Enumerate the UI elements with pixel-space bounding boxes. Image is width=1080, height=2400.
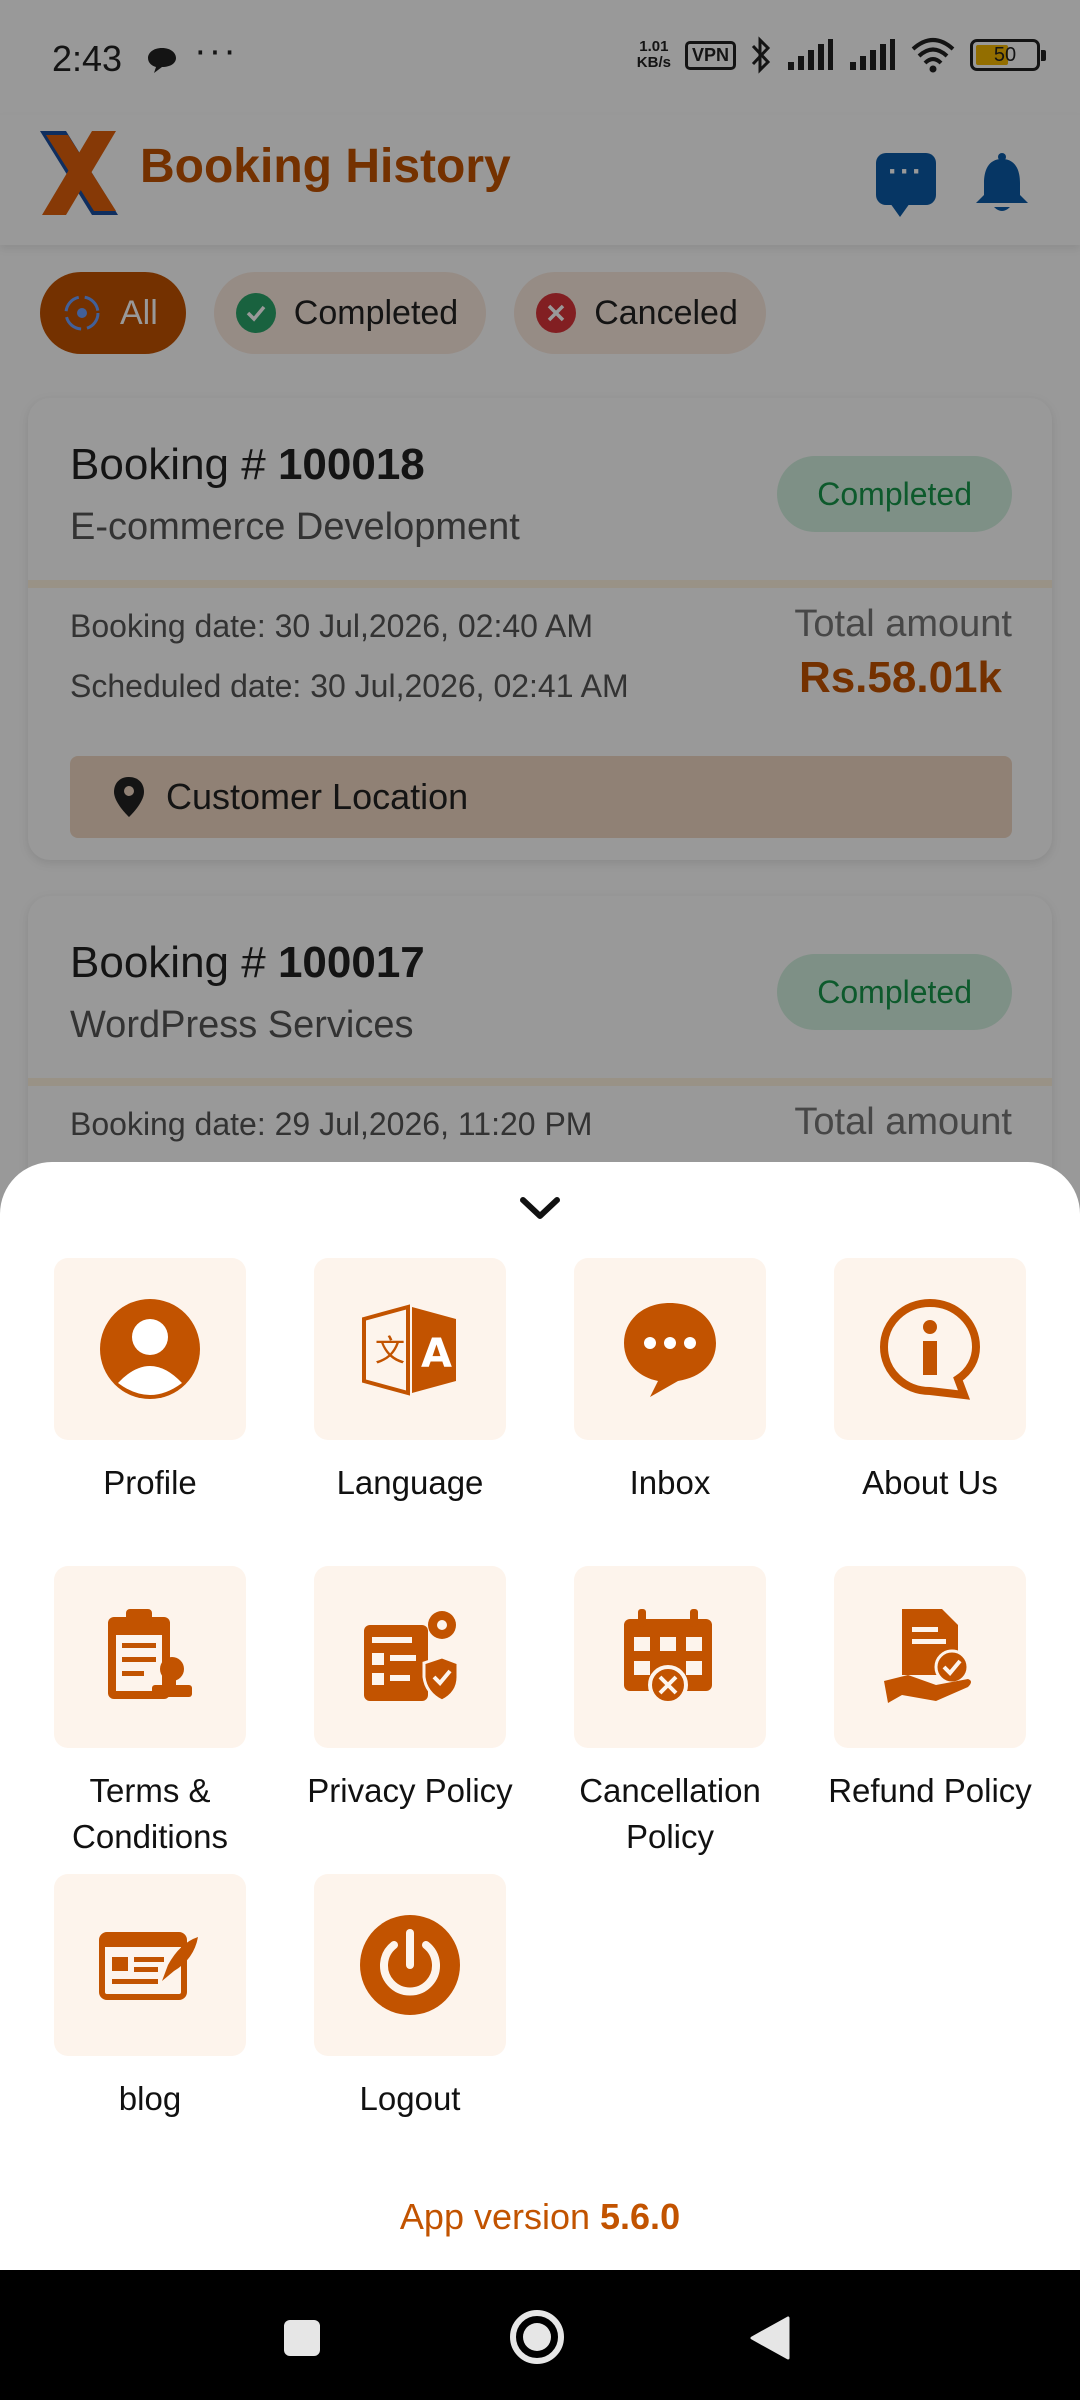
calendar-cancel-icon	[624, 1609, 712, 1705]
menu-bottom-sheet: Profile 文 A Language Inbox About Us Term…	[0, 1162, 1080, 2270]
menu-item-label: Privacy Policy	[307, 1772, 513, 1809]
app-version: App version 5.6.0	[399, 2196, 681, 2237]
refund-icon	[884, 1609, 971, 1703]
menu-tile	[314, 1566, 506, 1748]
menu-item-logout[interactable]: Logout	[290, 1874, 530, 2122]
menu-tile	[54, 1566, 246, 1748]
info-icon	[879, 1298, 981, 1400]
menu-item-refund-policy[interactable]: Refund Policy	[810, 1566, 1050, 1814]
home-icon[interactable]	[508, 2308, 566, 2366]
menu-item-terms[interactable]: Terms & Conditions	[30, 1566, 270, 1860]
menu-tile	[54, 1874, 246, 2056]
menu-item-label: Cancellation Policy	[579, 1772, 761, 1855]
profile-icon	[100, 1299, 200, 1399]
inbox-icon	[624, 1303, 716, 1397]
menu-tile	[574, 1258, 766, 1440]
menu-item-blog[interactable]: blog	[30, 1874, 270, 2122]
menu-tile	[54, 1258, 246, 1440]
menu-item-label: Profile	[103, 1464, 197, 1501]
power-icon	[360, 1915, 460, 2015]
menu-item-language[interactable]: 文 A Language	[290, 1258, 530, 1506]
menu-item-label: Logout	[359, 2080, 461, 2117]
recents-icon[interactable]	[282, 2318, 322, 2358]
menu-item-label: About Us	[862, 1464, 998, 1501]
system-nav-bar	[0, 2270, 1080, 2400]
menu-item-privacy-policy[interactable]: Privacy Policy	[290, 1566, 530, 1814]
menu-item-cancellation-policy[interactable]: Cancellation Policy	[550, 1566, 790, 1860]
menu-tile: 文 A	[314, 1258, 506, 1440]
menu-item-about-us[interactable]: About Us	[810, 1258, 1050, 1506]
menu-item-label: Inbox	[629, 1464, 711, 1501]
collapse-sheet-button[interactable]	[510, 1184, 570, 1234]
blog-icon	[99, 1932, 198, 2000]
menu-item-label: Terms & Conditions	[72, 1772, 228, 1855]
menu-item-profile[interactable]: Profile	[30, 1258, 270, 1506]
svg-text:A: A	[421, 1331, 452, 1377]
clipboard-icon	[108, 1609, 192, 1699]
chevron-down-icon	[520, 1197, 560, 1219]
back-icon[interactable]	[748, 2314, 790, 2362]
menu-tile	[834, 1258, 1026, 1440]
privacy-icon	[364, 1611, 460, 1703]
language-icon: 文 A	[362, 1304, 456, 1396]
svg-text:文: 文	[375, 1334, 405, 1369]
menu-tile	[574, 1566, 766, 1748]
menu-item-label: Refund Policy	[828, 1772, 1032, 1809]
menu-tile	[314, 1874, 506, 2056]
menu-item-inbox[interactable]: Inbox	[550, 1258, 790, 1506]
menu-item-label: Language	[336, 1464, 484, 1501]
menu-item-label: blog	[118, 2080, 182, 2117]
menu-tile	[834, 1566, 1026, 1748]
